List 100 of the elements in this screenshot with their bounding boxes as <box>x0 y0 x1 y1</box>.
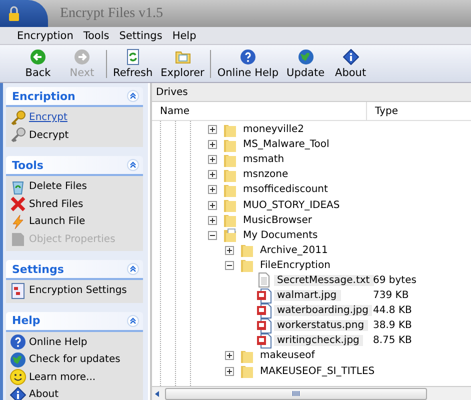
horizontal-scrollbar[interactable] <box>152 386 471 400</box>
menu-item[interactable]: Encryption <box>17 30 74 42</box>
file-type: 8.75 KB <box>373 335 412 346</box>
toolbar-button[interactable]: Back <box>16 46 60 80</box>
expand-icon[interactable] <box>225 366 234 376</box>
sidebar-item[interactable]: Delete Files <box>10 178 139 196</box>
column-header[interactable]: Name <box>152 102 367 120</box>
info-diamond-icon <box>342 48 359 64</box>
file-name[interactable]: walmart.jpg <box>274 290 341 302</box>
toolbar-button[interactable]: About <box>328 46 373 80</box>
file-type: 69 bytes <box>373 274 416 286</box>
key-icon <box>10 110 26 126</box>
folder-name[interactable]: MS_Malware_Tool <box>240 139 334 150</box>
group-title: Help <box>12 314 40 327</box>
expand-icon[interactable] <box>208 216 217 225</box>
collapse-icon[interactable] <box>208 230 217 240</box>
toolbar-button[interactable]: Explorer <box>156 46 208 80</box>
expand-icon[interactable] <box>208 185 217 194</box>
folder-icon <box>239 257 255 274</box>
group-header[interactable]: Tools <box>6 156 143 176</box>
file-type: 38.9 KB <box>373 320 412 332</box>
toolbar-button[interactable]: Refresh <box>109 46 157 80</box>
folder-name[interactable]: msofficediscount <box>240 184 332 196</box>
sidebar-item[interactable]: Shred Files <box>10 196 139 213</box>
folder-icon <box>239 363 255 380</box>
expand-icon[interactable] <box>208 170 217 180</box>
group-title: Encription <box>12 90 76 102</box>
column-header[interactable]: Type <box>367 102 398 120</box>
group-title: Tools <box>12 158 44 172</box>
image-file-icon <box>256 288 272 304</box>
help-icon <box>10 334 26 350</box>
folder-icon <box>222 227 238 244</box>
menu-item[interactable]: Tools <box>83 30 110 42</box>
menu-item[interactable]: Settings <box>119 30 162 42</box>
folder-name[interactable]: FileEncryption <box>257 260 334 271</box>
collapse-icon[interactable] <box>127 314 139 326</box>
expand-icon[interactable] <box>225 351 234 360</box>
panel-title: Drives <box>152 83 471 102</box>
group-header[interactable]: Encription <box>6 87 143 107</box>
sidebar-item[interactable]: Learn more... <box>10 368 139 386</box>
folder-name[interactable]: msmath <box>240 154 288 166</box>
folder-name[interactable]: Archive_2011 <box>257 244 332 256</box>
lightning-icon <box>10 214 26 230</box>
folder-name[interactable]: MusicBrowser <box>240 214 316 226</box>
cross-icon <box>10 196 26 212</box>
file-name[interactable]: waterboarding.jpg <box>274 305 372 316</box>
collapse-icon[interactable] <box>127 263 139 275</box>
folder-name[interactable]: moneyville2 <box>240 124 308 136</box>
lock-icon <box>8 6 20 21</box>
refresh-icon <box>124 48 141 64</box>
globe-icon <box>298 48 314 64</box>
folder-icon <box>222 212 238 228</box>
folder-name[interactable]: makeuseof <box>257 350 319 362</box>
folder-name[interactable]: MAKEUSEOF_SI_TITLES <box>257 366 379 377</box>
file-name[interactable]: writingcheck.jpg <box>274 335 364 346</box>
menu-item[interactable]: Help <box>172 30 196 42</box>
image-file-icon <box>256 318 272 334</box>
folder-name[interactable]: My Documents <box>240 230 322 241</box>
window-title: Encrypt Files v1.5 <box>60 6 164 22</box>
group-title: Settings <box>12 262 64 276</box>
scrollbar-thumb[interactable] <box>165 388 427 400</box>
key-icon <box>10 127 26 144</box>
sidebar-item[interactable]: Online Help <box>10 334 139 351</box>
folder-icon <box>239 242 255 258</box>
sidebar-item[interactable]: Check for updates <box>10 351 139 368</box>
group-header[interactable]: Help <box>6 312 143 332</box>
folder-icon <box>174 48 191 64</box>
info-diamond-icon <box>10 386 26 400</box>
file-name[interactable]: SecretMessage.txt <box>274 274 374 286</box>
image-file-icon <box>256 302 272 319</box>
expand-icon[interactable] <box>225 246 234 255</box>
collapse-icon[interactable] <box>225 260 234 270</box>
expand-icon[interactable] <box>208 155 217 164</box>
image-file-icon <box>256 332 272 349</box>
folder-name[interactable]: msnzone <box>240 169 292 180</box>
folder-name[interactable]: MUO_STORY_IDEAS <box>240 200 344 211</box>
sidebar-item[interactable]: Launch File <box>10 213 139 230</box>
collapse-icon[interactable] <box>127 90 139 102</box>
sidebar-item[interactable]: Encryption Settings <box>10 282 139 300</box>
group-header[interactable]: Settings <box>6 260 143 280</box>
file-name[interactable]: workerstatus.png <box>274 320 368 332</box>
globe-icon <box>10 352 26 368</box>
help-icon <box>240 48 256 64</box>
expand-icon[interactable] <box>208 140 217 150</box>
collapse-icon[interactable] <box>127 159 139 171</box>
file-type: 739 KB <box>373 290 409 302</box>
recycle-bin-icon <box>10 178 26 195</box>
file-type: 44.8 KB <box>373 305 412 316</box>
folder-icon <box>222 197 238 214</box>
sidebar-item[interactable]: About <box>10 386 139 400</box>
sidebar-item[interactable]: Decrypt <box>10 126 139 144</box>
sidebar-item[interactable]: Encrypt <box>10 109 139 126</box>
expand-icon[interactable] <box>208 125 217 134</box>
toolbar-button[interactable]: Online Help <box>213 46 283 80</box>
text-file-icon <box>256 272 272 288</box>
toolbar-button[interactable]: Update <box>282 46 329 80</box>
expand-icon[interactable] <box>208 200 217 210</box>
settings-icon <box>10 282 26 299</box>
smiley-icon <box>10 369 26 386</box>
document-icon <box>10 231 26 248</box>
